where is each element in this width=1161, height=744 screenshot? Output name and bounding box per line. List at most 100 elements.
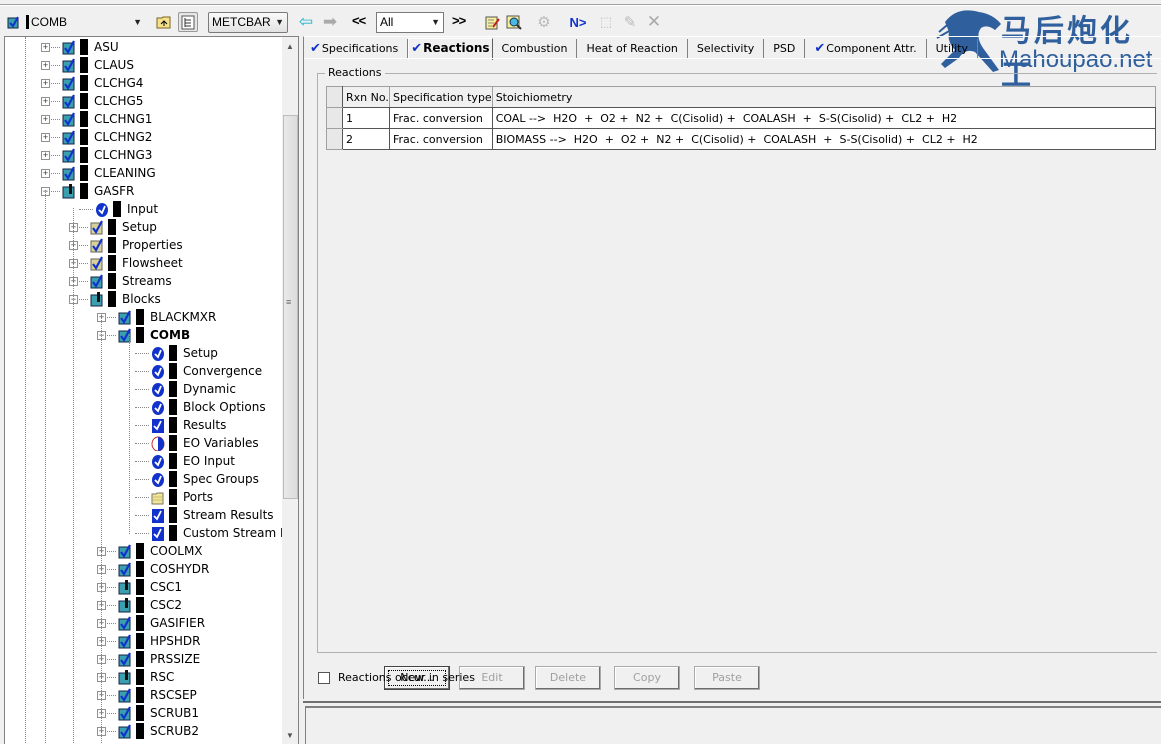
tab-heat-of-reaction[interactable]: Heat of Reaction xyxy=(577,39,688,59)
tree-vertical-scrollbar[interactable]: ▲ ≡ ▼ xyxy=(282,37,298,744)
expand-icon[interactable]: + xyxy=(41,150,50,160)
tree-item[interactable]: + CLCHNG1 xyxy=(41,110,152,128)
tree-item[interactable]: − GASFR xyxy=(41,182,134,200)
scrollbar-thumb[interactable] xyxy=(283,115,298,499)
row-selector[interactable] xyxy=(326,107,343,129)
form-filter-selector[interactable]: All ▼ xyxy=(376,12,444,33)
column-header-spec-type[interactable]: Specification type xyxy=(389,86,493,108)
checkbox-box[interactable] xyxy=(318,671,330,684)
scroll-down-arrow-icon[interactable]: ▼ xyxy=(286,731,294,740)
expand-icon[interactable]: + xyxy=(41,96,50,106)
tree-item[interactable]: + CSC1 xyxy=(97,578,182,596)
tree-item[interactable]: + CLCHG5 xyxy=(41,92,143,110)
tree-connector xyxy=(51,82,60,84)
tree-item[interactable]: + BLACKMXR xyxy=(97,308,216,326)
tree-item[interactable]: + COSHYDR xyxy=(97,560,209,578)
expand-icon[interactable]: + xyxy=(41,168,50,178)
run-settings-button[interactable]: ⚙ xyxy=(534,12,554,32)
table-row[interactable]: 2 Frac. conversion BIOMASS --> H2O + O2 … xyxy=(326,128,1157,150)
tree-item[interactable]: Ports xyxy=(125,488,213,506)
tree-item[interactable]: + Setup xyxy=(69,218,157,236)
notepad-edit-icon xyxy=(485,16,500,29)
tree-item[interactable]: Convergence xyxy=(125,362,262,380)
expand-icon[interactable]: + xyxy=(41,42,50,52)
tree-item[interactable]: + CLEANING xyxy=(41,164,156,182)
tree-item[interactable]: Input xyxy=(69,200,158,218)
expand-icon[interactable]: + xyxy=(41,60,50,70)
row-selector[interactable] xyxy=(326,128,343,150)
table-row[interactable]: 1 Frac. conversion COAL --> H2O + O2 + N… xyxy=(326,107,1157,129)
tree-item[interactable]: + SCRUB1 xyxy=(97,704,199,722)
tab-selectivity[interactable]: Selectivity xyxy=(688,39,765,59)
tab-specifications[interactable]: ✔Specifications xyxy=(308,39,409,59)
delete-button[interactable]: ✕ xyxy=(644,12,664,32)
tree-item[interactable]: + CLCHG4 xyxy=(41,74,143,92)
expand-icon[interactable]: + xyxy=(41,78,50,88)
tab-psd[interactable]: PSD xyxy=(764,39,806,59)
tree-item[interactable]: + CSC2 xyxy=(97,596,182,614)
paste-button[interactable]: ⬚ xyxy=(596,12,616,32)
paste-reaction-button[interactable]: Paste xyxy=(694,666,760,690)
next-input-button[interactable]: N> xyxy=(565,12,591,32)
tree-item[interactable]: + Streams xyxy=(69,272,172,290)
tab-combustion[interactable]: Combustion xyxy=(493,39,578,59)
previous-form-button[interactable]: << xyxy=(352,13,366,28)
units-set-selector[interactable]: METCBAR ▼ xyxy=(208,12,288,33)
tree-item[interactable]: Setup xyxy=(125,344,218,362)
tree-item[interactable]: Dynamic xyxy=(125,380,236,398)
tab-component-attr[interactable]: ✔Component Attr. xyxy=(805,39,927,59)
expand-icon[interactable]: + xyxy=(41,114,50,124)
tree-item[interactable]: + CLCHNG2 xyxy=(41,128,152,146)
edit-button[interactable]: ✎ xyxy=(620,12,640,32)
tree-item[interactable]: Block Options xyxy=(125,398,266,416)
tree-item[interactable]: EO Input xyxy=(125,452,235,470)
column-header-rxn-no[interactable]: Rxn No. xyxy=(342,86,390,108)
tree-item[interactable]: + CLCHNG3 xyxy=(41,146,152,164)
tree-item[interactable]: Stream Results xyxy=(125,506,274,524)
delete-reaction-button[interactable]: Delete xyxy=(535,666,601,690)
spec-type-cell[interactable]: Frac. conversion xyxy=(389,128,493,150)
stoichiometry-cell[interactable]: BIOMASS --> H2O + O2 + N2 + C(Cisolid) +… xyxy=(491,128,1157,150)
table-corner-cell[interactable] xyxy=(326,86,343,108)
tree-item[interactable]: + RSC xyxy=(97,668,174,686)
column-header-stoichiometry[interactable]: Stoichiometry xyxy=(491,86,1157,108)
tree-item[interactable]: + GASIFIER xyxy=(97,614,205,632)
rxn-no-cell[interactable]: 2 xyxy=(342,128,390,150)
tree-connector xyxy=(107,334,116,336)
go-up-folder-button[interactable] xyxy=(154,12,174,32)
edit-notes-button[interactable] xyxy=(482,12,502,32)
back-button[interactable]: ⇦ xyxy=(296,12,316,32)
reactions-in-series-checkbox[interactable]: Reactions occur in series xyxy=(318,671,475,684)
tree-item[interactable]: Spec Groups xyxy=(125,470,259,488)
tree-item[interactable]: + HPSHDR xyxy=(97,632,200,650)
chevron-down-icon[interactable]: ▼ xyxy=(133,13,142,32)
spec-type-cell[interactable]: Frac. conversion xyxy=(389,107,493,129)
tab-reactions[interactable]: ✔Reactions xyxy=(408,38,493,60)
rxn-no-cell[interactable]: 1 xyxy=(342,107,390,129)
tree-item[interactable]: + COOLMX xyxy=(97,542,203,560)
tree-item[interactable]: + RSCSEP xyxy=(97,686,197,704)
tree-item[interactable]: Custom Stream Resu xyxy=(125,524,298,542)
tree-item[interactable]: + Properties xyxy=(69,236,183,254)
tab-utility[interactable]: Utility xyxy=(927,39,978,59)
tree-item[interactable]: + CLAUS xyxy=(41,56,134,74)
tree-item[interactable]: Results xyxy=(125,416,226,434)
block-selector[interactable]: COMB ▼ xyxy=(4,12,150,33)
tree-item[interactable]: − COMB xyxy=(97,326,190,344)
tree-item[interactable]: + Flowsheet xyxy=(69,254,183,272)
next-form-button[interactable]: >> xyxy=(452,13,466,28)
tree-item[interactable]: + PRSSIZE xyxy=(97,650,200,668)
tree-item[interactable]: − Blocks xyxy=(69,290,161,308)
check-status-button[interactable] xyxy=(504,12,524,32)
scroll-up-arrow-icon[interactable]: ▲ xyxy=(286,42,294,51)
tree-item[interactable]: + ASU xyxy=(41,38,119,56)
expand-icon[interactable]: + xyxy=(41,132,50,142)
stoichiometry-cell[interactable]: COAL --> H2O + O2 + N2 + C(Cisolid) + CO… xyxy=(491,107,1157,129)
tree-item[interactable]: EO Variables xyxy=(125,434,259,452)
tab-label: Selectivity xyxy=(696,42,755,55)
data-browser-tree[interactable]: + ASU + CLAUS + CLCHG4 + CLCHG5 + CLCHNG1 + CLCHNG2… xyxy=(4,36,299,744)
forward-button[interactable]: ➡ xyxy=(320,12,340,32)
tree-item[interactable]: + SCRUB2 xyxy=(97,722,199,740)
toggle-tree-button[interactable] xyxy=(178,12,198,32)
copy-reaction-button[interactable]: Copy xyxy=(614,666,680,690)
